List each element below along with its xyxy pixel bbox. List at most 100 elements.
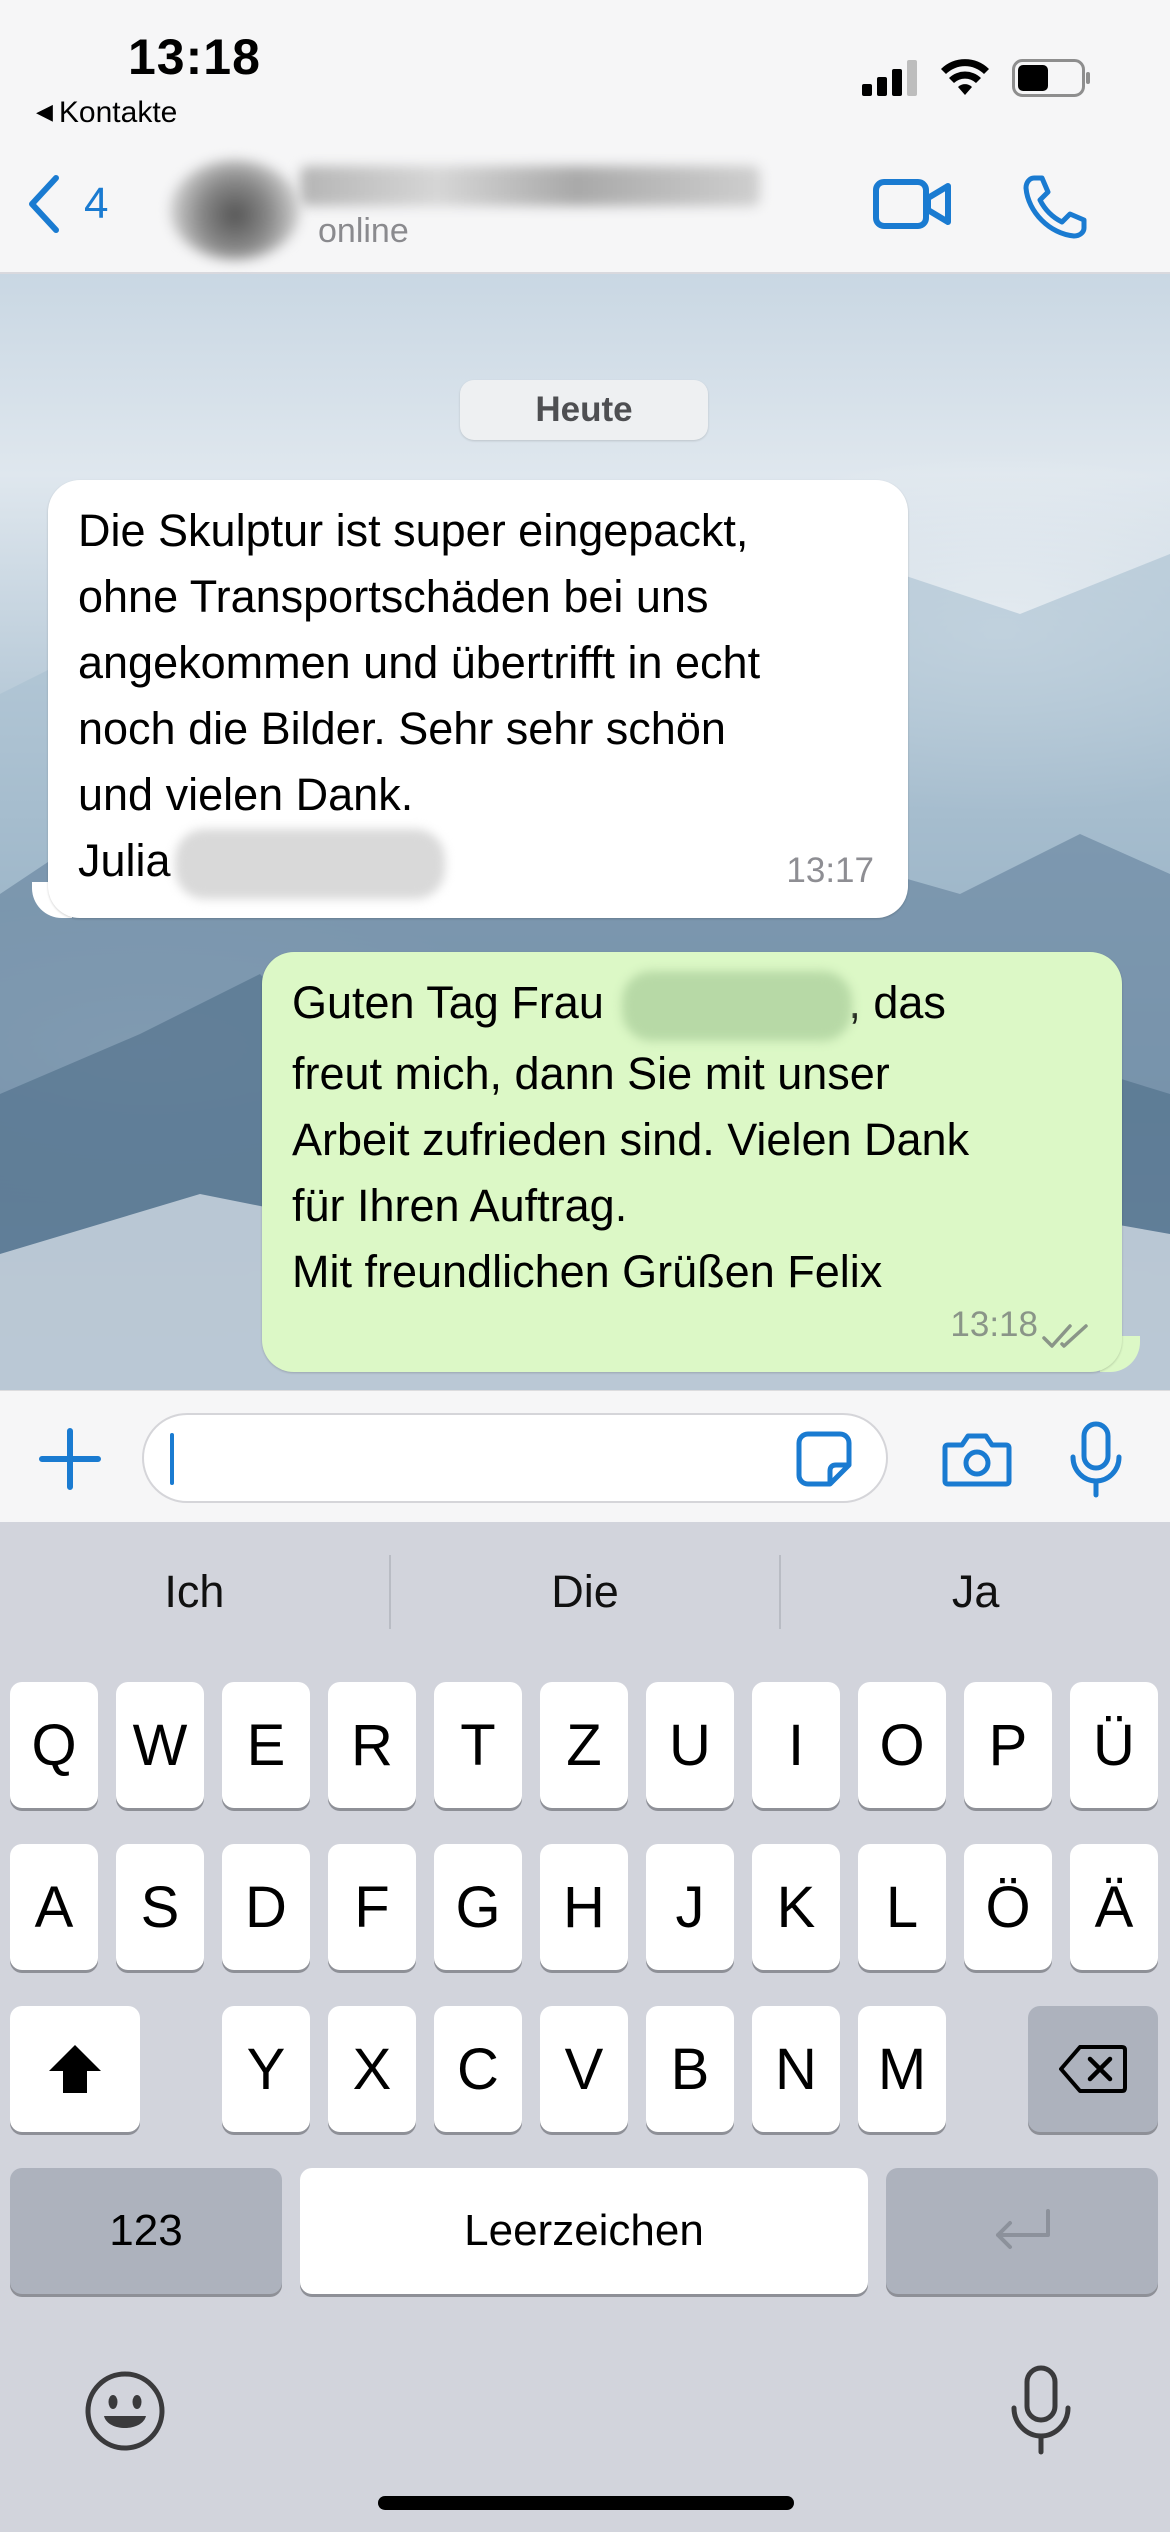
chat-header: 4 online [0,150,1170,274]
key[interactable]: Ä [1070,1844,1158,1970]
redacted-surname [174,829,445,900]
signal-icon [862,60,917,96]
back-to-app-link[interactable]: ◀ Kontakte [36,96,177,130]
key[interactable]: O [858,1682,946,1808]
message-input[interactable] [142,1413,888,1503]
dictation-icon [1011,2365,1071,2455]
shift-key[interactable] [10,2006,140,2132]
message-line: für Ihren Auftrag. [292,1180,628,1232]
backspace-icon [1059,2045,1127,2093]
contact-status: online [318,212,409,250]
voice-message-button[interactable] [1068,1421,1124,1504]
home-indicator[interactable] [378,2496,794,2510]
back-chevron-icon [29,175,59,233]
plus-icon [39,1428,101,1490]
unread-count: 4 [84,179,109,228]
message-line: Guten Tag Frau , das [292,970,1092,1042]
keyboard: Ich Die Ja Q W E R T Z U I O P Ü A S D F… [0,1522,1170,2532]
message-time: 13:17 [786,851,874,890]
key[interactable]: H [540,1844,628,1970]
key[interactable]: Z [540,1682,628,1808]
message-time: 13:18 [950,1305,1038,1344]
predictive-suggestions: Ich Die Ja [0,1542,1170,1642]
emoji-button[interactable] [84,2370,166,2457]
key[interactable]: E [222,1682,310,1808]
battery-icon [1012,59,1090,97]
incoming-message[interactable]: Die Skulptur ist super eingepackt, ohne … [48,480,908,918]
microphone-icon [1070,1421,1122,1498]
phone-icon [1023,175,1087,239]
shift-icon [49,2045,101,2093]
text-caret [170,1433,174,1485]
key[interactable]: Y [222,2006,310,2132]
key[interactable]: C [434,2006,522,2132]
chat-area[interactable]: Heute Die Skulptur ist super eingepackt,… [0,274,1170,1390]
video-call-icon [873,179,951,229]
key[interactable]: P [964,1682,1052,1808]
suggestion-item[interactable]: Ja [781,1542,1170,1642]
key[interactable]: G [434,1844,522,1970]
numbers-key-label: 123 [109,2206,183,2255]
backspace-key[interactable] [1028,2006,1158,2132]
suggestion-item[interactable]: Die [391,1542,780,1642]
redacted-surname [622,971,853,1042]
key[interactable]: D [222,1844,310,1970]
wifi-icon [941,59,989,95]
outgoing-message[interactable]: Guten Tag Frau , das freut mich, dann Si… [262,952,1122,1372]
emoji-icon [85,2371,165,2451]
date-separator: Heute [460,380,708,440]
message-line-start: Guten Tag Frau [292,977,604,1028]
key[interactable]: W [116,1682,204,1808]
message-line: freut mich, dann Sie mit unser [292,1048,890,1100]
back-app-label: Kontakte [58,96,178,129]
key[interactable]: F [328,1844,416,1970]
message-input-bar [0,1390,1170,1522]
key[interactable]: J [646,1844,734,1970]
key[interactable]: V [540,2006,628,2132]
suggestion-item[interactable]: Ich [0,1542,389,1642]
status-icons [862,58,1092,98]
status-bar: 13:18 ◀ Kontakte [0,0,1170,170]
key[interactable]: A [10,1844,98,1970]
key[interactable]: T [434,1682,522,1808]
status-time: 13:18 [128,29,261,85]
key[interactable]: L [858,1844,946,1970]
key[interactable]: K [752,1844,840,1970]
message-line: angekommen und übertrifft in echt [78,637,761,688]
contact-name-redacted[interactable] [300,166,760,206]
message-line-end: , das [848,977,946,1028]
message-line: noch die Bilder. Sehr sehr schön [78,703,726,754]
key[interactable]: M [858,2006,946,2132]
read-receipt-icon [1042,1324,1088,1348]
space-key[interactable]: Leerzeichen [300,2168,868,2294]
key[interactable]: B [646,2006,734,2132]
message-line: ohne Transportschäden bei uns [78,571,709,622]
key[interactable]: U [646,1682,734,1808]
camera-icon [942,1433,1012,1487]
signature-first-name: Julia [78,835,171,886]
contact-avatar[interactable] [170,160,300,260]
sticker-button[interactable] [796,1431,852,1492]
key[interactable]: Ö [964,1844,1052,1970]
video-call-button[interactable] [872,174,952,239]
key[interactable]: Ü [1070,1682,1158,1808]
sticker-icon [796,1431,852,1487]
camera-button[interactable] [942,1431,1012,1492]
message-line: und vielen Dank. [78,769,414,820]
back-button[interactable]: 4 [26,174,108,234]
return-icon [996,2209,1050,2249]
space-key-label: Leerzeichen [464,2206,704,2255]
key[interactable]: Q [10,1682,98,1808]
voice-call-button[interactable] [1020,172,1090,247]
key[interactable]: I [752,1682,840,1808]
message-line: Die Skulptur ist super eingepackt, [78,505,749,556]
key[interactable]: S [116,1844,204,1970]
key[interactable]: X [328,2006,416,2132]
numbers-key[interactable]: 123 [10,2168,282,2294]
dictation-button[interactable] [1008,2364,1074,2461]
message-line: Arbeit zufrieden sind. Vielen Dank [292,1114,970,1166]
return-key[interactable] [886,2168,1158,2294]
key[interactable]: N [752,2006,840,2132]
attach-button[interactable] [38,1427,102,1496]
key[interactable]: R [328,1682,416,1808]
